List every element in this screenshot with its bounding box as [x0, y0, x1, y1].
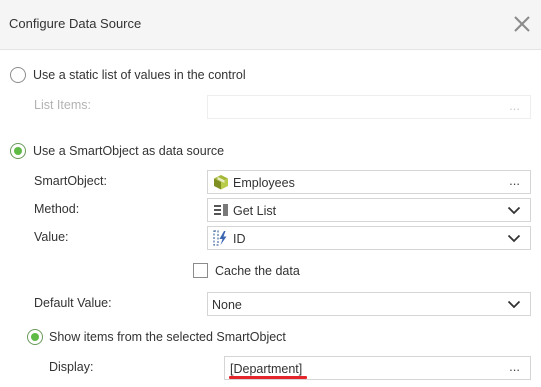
chevron-down-icon[interactable]	[507, 300, 521, 309]
smartobject-source-option-label: Use a SmartObject as data source	[33, 144, 225, 158]
value-label: Value:	[34, 230, 69, 244]
property-field-icon	[213, 230, 227, 246]
static-list-radio[interactable]	[10, 67, 26, 83]
display-value-error-underline	[229, 376, 307, 379]
value-select[interactable]: ID	[207, 226, 531, 250]
dialog-header: Configure Data Source	[0, 0, 541, 50]
smartobject-value: Employees	[233, 176, 295, 190]
method-select[interactable]: Get List	[207, 198, 531, 222]
cache-data-checkbox[interactable]	[193, 263, 208, 278]
close-icon[interactable]	[512, 14, 532, 34]
default-value-label: Default Value:	[34, 296, 112, 310]
display-label: Display:	[49, 360, 94, 374]
smartobject-source-radio[interactable]	[10, 143, 26, 159]
list-items-browse-button: ...	[509, 98, 520, 113]
show-items-radio[interactable]	[27, 329, 43, 345]
show-items-label: Show items from the selected SmartObject	[49, 330, 286, 344]
chevron-down-icon[interactable]	[507, 234, 521, 243]
smartobject-field[interactable]: Employees ...	[207, 170, 531, 194]
list-items-label: List Items:	[34, 98, 91, 112]
smartobject-cube-icon	[214, 175, 228, 190]
value-value: ID	[233, 232, 246, 246]
smartobject-label: SmartObject:	[34, 174, 107, 188]
configure-data-source-dialog: Configure Data Source Use a static list …	[0, 0, 541, 387]
list-items-field: ...	[207, 95, 531, 119]
static-list-option-label: Use a static list of values in the contr…	[33, 68, 246, 82]
dialog-title: Configure Data Source	[9, 16, 142, 31]
display-value: [Department]	[230, 362, 303, 376]
display-browse-button[interactable]: ...	[509, 359, 520, 374]
default-value-value: None	[212, 298, 242, 312]
default-value-select[interactable]: None	[207, 292, 531, 316]
method-value: Get List	[233, 204, 277, 218]
method-label: Method:	[34, 202, 80, 216]
list-method-icon	[214, 204, 228, 216]
cache-data-label: Cache the data	[215, 264, 300, 278]
smartobject-browse-button[interactable]: ...	[509, 173, 520, 188]
chevron-down-icon[interactable]	[507, 206, 521, 215]
